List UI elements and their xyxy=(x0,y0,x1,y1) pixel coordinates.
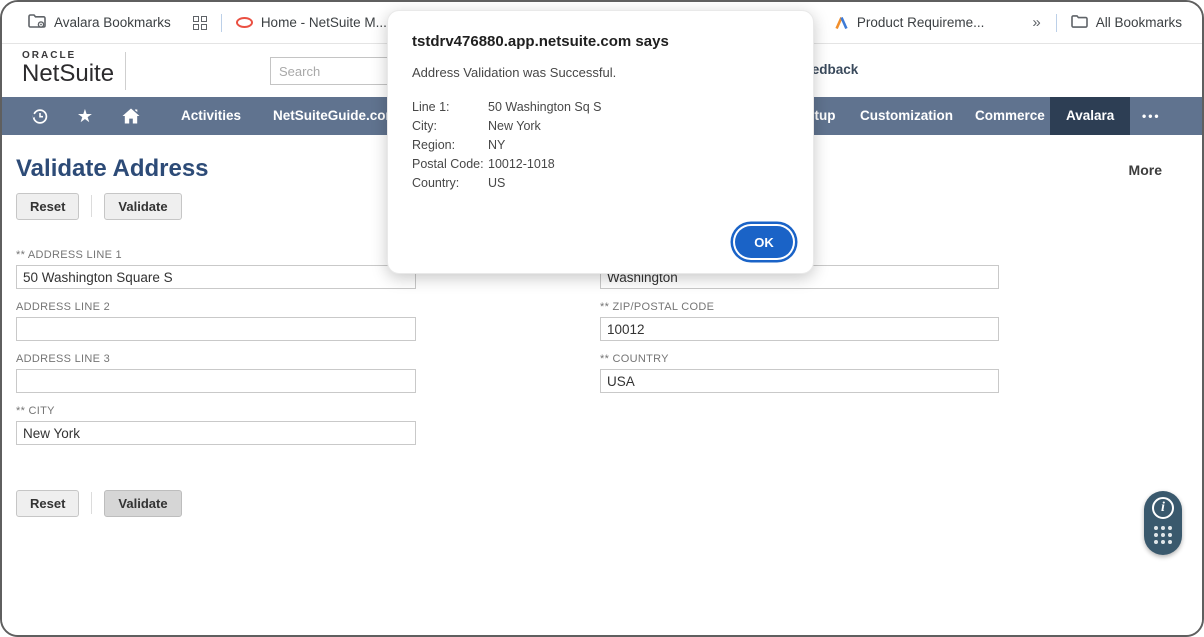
detail-label: Region: xyxy=(412,136,488,155)
address-line-3-input[interactable] xyxy=(16,369,416,393)
detail-label: City: xyxy=(412,117,488,136)
detail-value: 50 Washington Sq S xyxy=(488,98,602,117)
field-address-line-1: ** ADDRESS LINE 1 xyxy=(16,249,416,289)
nav-item-avalara-active[interactable]: Avalara xyxy=(1050,97,1130,135)
validate-button-bottom[interactable]: Validate xyxy=(104,490,181,517)
folder-icon xyxy=(1071,14,1088,32)
field-city: ** CITY xyxy=(16,405,416,445)
nav-item-activities[interactable]: Activities xyxy=(181,97,241,135)
nav-left-group: ★ Activities NetSuiteGuide.com xyxy=(29,97,398,135)
reset-button-top[interactable]: Reset xyxy=(16,193,79,220)
all-bookmarks-label: All Bookmarks xyxy=(1096,15,1182,30)
address-line-2-input[interactable] xyxy=(16,317,416,341)
dialog-ok-button[interactable]: OK xyxy=(735,226,793,258)
dialog-message: Address Validation was Successful. xyxy=(412,65,793,80)
bookmark-label: Home - NetSuite M... xyxy=(261,15,387,30)
apps-grid-icon[interactable] xyxy=(193,16,207,30)
nav-item-customization[interactable]: Customization xyxy=(860,97,953,135)
help-feedback-widget[interactable]: i xyxy=(1144,491,1182,555)
dialog-detail-row: Postal Code: 10012-1018 xyxy=(412,155,793,174)
nav-more-dots[interactable]: ••• xyxy=(1142,97,1161,135)
dialog-title: tstdrv476880.app.netsuite.com says xyxy=(412,33,793,50)
country-input[interactable] xyxy=(600,369,999,393)
bookmark-folder-avalara[interactable]: Avalara Bookmarks xyxy=(28,13,171,32)
dots-grid-icon xyxy=(1154,526,1172,544)
bookmarks-bar-right: ific... Product Requireme... » All Bookm… xyxy=(786,2,1182,43)
alert-dialog: tstdrv476880.app.netsuite.com says Addre… xyxy=(387,10,814,274)
nav-item-netsuiteguide[interactable]: NetSuiteGuide.com xyxy=(273,97,398,135)
dialog-detail-row: Region: NY xyxy=(412,136,793,155)
header-divider xyxy=(125,52,126,90)
city-input[interactable] xyxy=(16,421,416,445)
bookmarks-overflow-chevron[interactable]: » xyxy=(1032,14,1041,31)
field-address-line-2: ADDRESS LINE 2 xyxy=(16,301,416,341)
bookmark-home-netsuite[interactable]: Home - NetSuite M... xyxy=(236,15,387,30)
field-label: ** ADDRESS LINE 1 xyxy=(16,249,416,262)
all-bookmarks-button[interactable]: All Bookmarks xyxy=(1071,14,1182,32)
field-zip: ** ZIP/POSTAL CODE xyxy=(600,301,999,341)
shortcuts-star-icon[interactable]: ★ xyxy=(75,107,95,125)
button-divider xyxy=(91,492,92,514)
detail-label: Line 1: xyxy=(412,98,488,117)
dialog-details: Line 1: 50 Washington Sq S City: New Yor… xyxy=(412,98,793,193)
bottom-button-row: Reset Validate xyxy=(16,490,1202,516)
oracle-netsuite-logo: ORACLE NetSuite xyxy=(22,51,114,86)
bookmark-folder-label: Avalara Bookmarks xyxy=(54,15,171,30)
detail-label: Postal Code: xyxy=(412,155,488,174)
bookmarks-separator xyxy=(221,14,222,32)
more-link[interactable]: More xyxy=(1129,162,1162,178)
bookmarks-separator xyxy=(1056,14,1057,32)
button-divider xyxy=(91,195,92,217)
address-form: ** ADDRESS LINE 1 ADDRESS LINE 2 ADDRESS… xyxy=(16,249,1202,457)
oracle-favicon-icon xyxy=(236,17,253,28)
logo-netsuite-text: NetSuite xyxy=(22,62,114,86)
atlassian-favicon-icon xyxy=(834,16,849,30)
field-label: ADDRESS LINE 3 xyxy=(16,353,416,366)
nav-item-commerce[interactable]: Commerce xyxy=(975,97,1045,135)
reset-button-bottom[interactable]: Reset xyxy=(16,490,79,517)
bookmark-product-requirements[interactable]: Product Requireme... xyxy=(834,15,985,30)
detail-value: US xyxy=(488,174,505,193)
form-left-column: ** ADDRESS LINE 1 ADDRESS LINE 2 ADDRESS… xyxy=(16,249,416,457)
field-label: ** CITY xyxy=(16,405,416,418)
field-label: ADDRESS LINE 2 xyxy=(16,301,416,314)
zip-input[interactable] xyxy=(600,317,999,341)
field-label: ** COUNTRY xyxy=(600,353,999,366)
info-icon: i xyxy=(1152,497,1174,519)
field-address-line-3: ADDRESS LINE 3 xyxy=(16,353,416,393)
dialog-detail-row: Line 1: 50 Washington Sq S xyxy=(412,98,793,117)
detail-value: 10012-1018 xyxy=(488,155,555,174)
recent-history-icon[interactable] xyxy=(29,107,49,126)
folder-gear-icon xyxy=(28,13,46,32)
detail-value: New York xyxy=(488,117,541,136)
address-line-1-input[interactable] xyxy=(16,265,416,289)
form-right-column: ** ZIP/POSTAL CODE ** COUNTRY xyxy=(600,249,999,457)
home-icon[interactable] xyxy=(121,107,141,125)
dialog-detail-row: Country: US xyxy=(412,174,793,193)
validate-button-top[interactable]: Validate xyxy=(104,193,181,220)
bookmark-label: Product Requireme... xyxy=(857,15,985,30)
browser-window: Avalara Bookmarks Home - NetSuite M... ∞… xyxy=(0,0,1204,637)
dialog-detail-row: City: New York xyxy=(412,117,793,136)
field-country: ** COUNTRY xyxy=(600,353,999,393)
detail-label: Country: xyxy=(412,174,488,193)
field-label: ** ZIP/POSTAL CODE xyxy=(600,301,999,314)
detail-value: NY xyxy=(488,136,505,155)
